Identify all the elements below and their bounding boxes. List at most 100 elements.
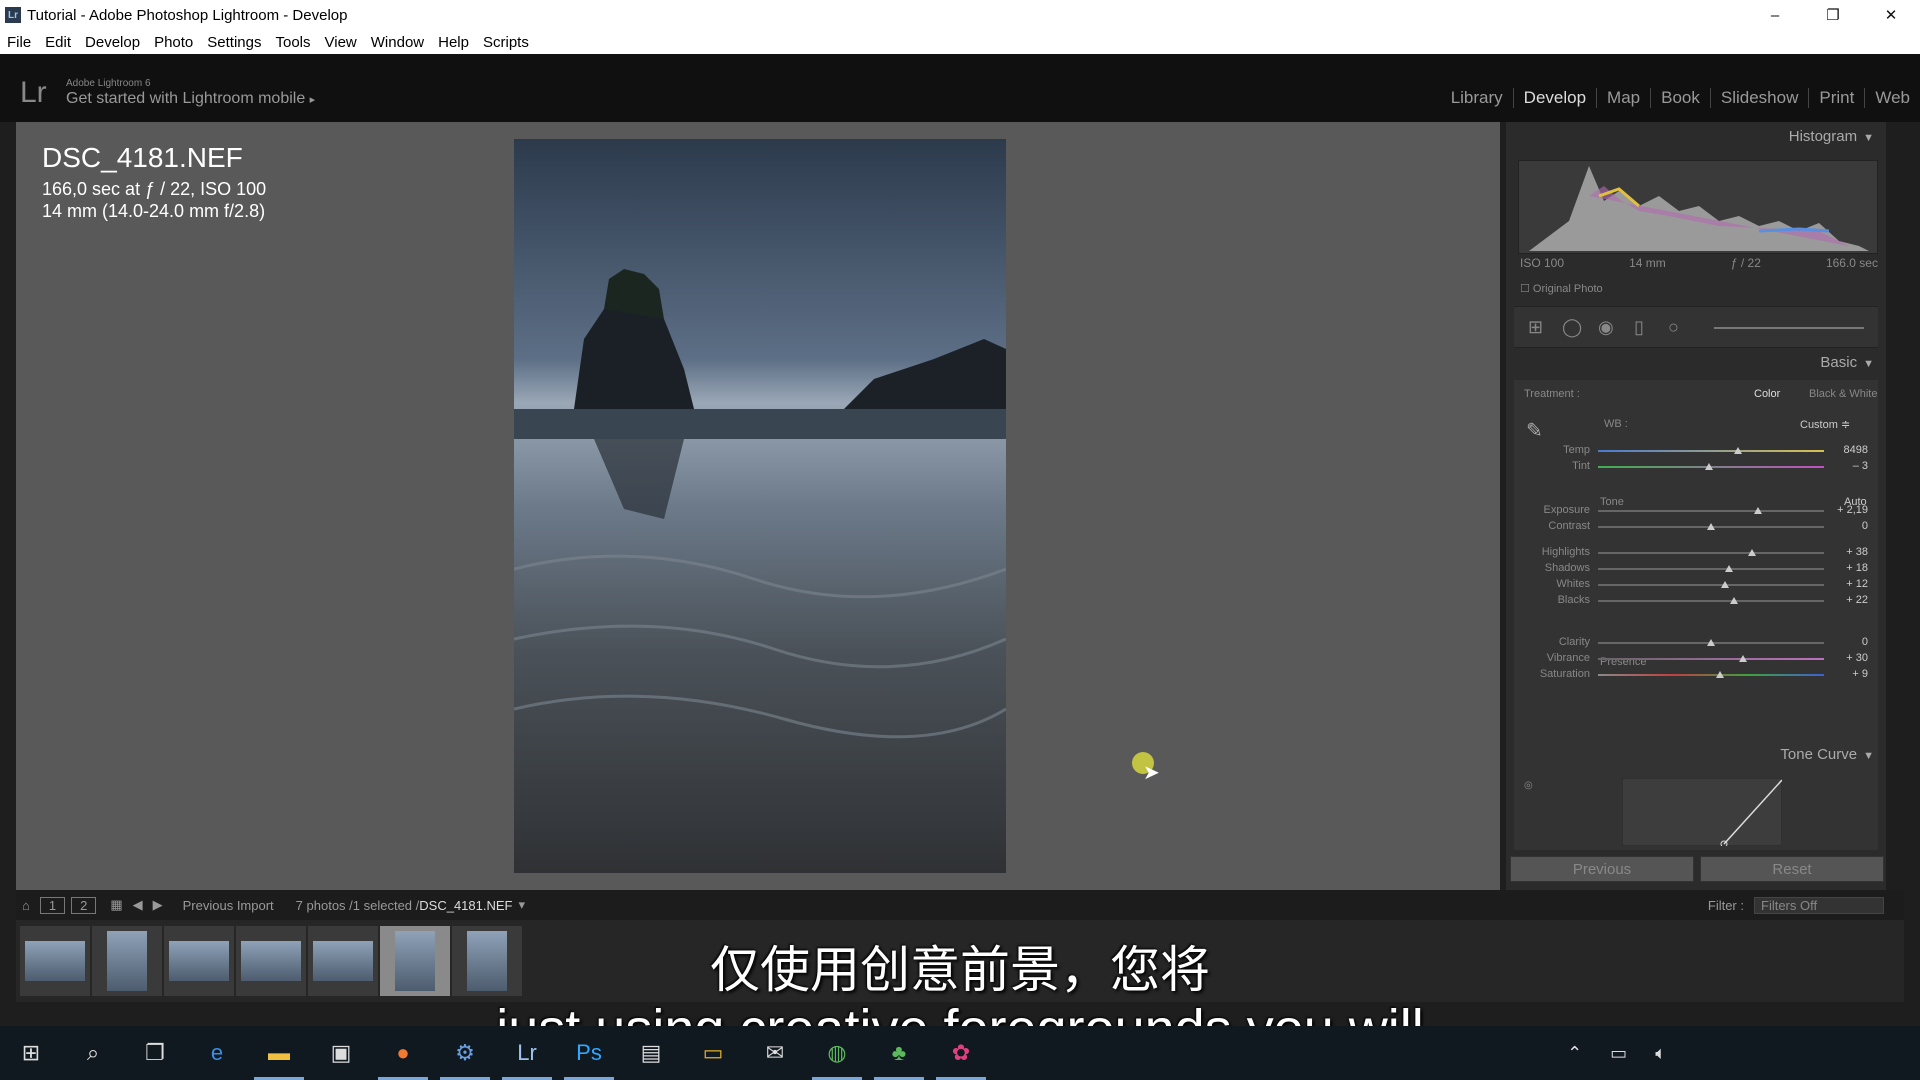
- slider-track-blacks[interactable]: [1598, 600, 1824, 602]
- tone-curve-graph[interactable]: [1622, 778, 1782, 846]
- main-photo[interactable]: [514, 139, 1006, 873]
- close-button[interactable]: ✕: [1862, 0, 1920, 30]
- slider-track-shadows[interactable]: [1598, 568, 1824, 570]
- module-develop[interactable]: Develop: [1512, 88, 1596, 108]
- slider-thumb-contrast[interactable]: [1707, 523, 1715, 530]
- module-web[interactable]: Web: [1864, 88, 1920, 108]
- folder-icon[interactable]: ▭: [682, 1026, 744, 1080]
- slider-value-temp[interactable]: 8498: [1828, 444, 1868, 456]
- module-slideshow[interactable]: Slideshow: [1709, 88, 1809, 108]
- battery-icon[interactable]: ▭: [1610, 1043, 1627, 1064]
- store-icon[interactable]: ▣: [310, 1026, 372, 1080]
- image-canvas[interactable]: DSC_4181.NEF 166,0 sec at ƒ / 22, ISO 10…: [16, 122, 1500, 890]
- slider-track-saturation[interactable]: [1598, 674, 1824, 676]
- slider-value-saturation[interactable]: + 9: [1828, 668, 1868, 680]
- graduated-filter-icon[interactable]: ▯: [1634, 317, 1644, 338]
- grid-view-icon[interactable]: ▦: [110, 897, 122, 913]
- slider-thumb-vibrance[interactable]: [1738, 655, 1747, 662]
- treatment-color[interactable]: Color: [1754, 388, 1780, 400]
- spot-removal-icon[interactable]: ◯: [1562, 317, 1582, 338]
- source-label[interactable]: Previous Import: [183, 898, 274, 913]
- back-arrow-icon[interactable]: ◀: [133, 897, 143, 913]
- target-adjust-icon[interactable]: ◎: [1524, 780, 1533, 791]
- windows-start-icon[interactable]: ⊞: [0, 1026, 62, 1080]
- slider-track-whites[interactable]: [1598, 584, 1824, 586]
- chevron-up-icon[interactable]: ⌃: [1567, 1043, 1582, 1064]
- slider-thumb-whites[interactable]: [1720, 581, 1729, 588]
- selected-file[interactable]: DSC_4181.NEF: [419, 898, 512, 913]
- module-print[interactable]: Print: [1808, 88, 1864, 108]
- original-photo-checkbox[interactable]: ☐ Original Photo: [1520, 282, 1603, 295]
- mobile-prompt[interactable]: Get started with Lightroom mobile ▸: [66, 90, 315, 108]
- tone-curve-header[interactable]: Tone Curve ▼: [1780, 746, 1874, 763]
- menu-file[interactable]: File: [0, 34, 38, 51]
- crop-tool-icon[interactable]: ⊞: [1528, 317, 1543, 338]
- picasa-icon[interactable]: ✿: [930, 1026, 992, 1080]
- slider-thumb-blacks[interactable]: [1729, 597, 1738, 604]
- module-book[interactable]: Book: [1650, 88, 1710, 108]
- red-eye-icon[interactable]: ◉: [1598, 317, 1614, 338]
- slider-track-highlights[interactable]: [1598, 552, 1824, 554]
- radial-filter-icon[interactable]: ○: [1668, 317, 1679, 338]
- menu-photo[interactable]: Photo: [147, 34, 200, 51]
- histogram-graph[interactable]: [1518, 160, 1878, 254]
- menu-develop[interactable]: Develop: [78, 34, 147, 51]
- slider-thumb-exposure[interactable]: [1754, 507, 1763, 514]
- histogram-header[interactable]: Histogram ▼: [1789, 128, 1874, 145]
- forward-arrow-icon[interactable]: ▶: [153, 897, 163, 913]
- slider-thumb-clarity[interactable]: [1707, 639, 1715, 646]
- slider-value-tint[interactable]: – 3: [1828, 460, 1868, 472]
- reset-button[interactable]: Reset: [1700, 856, 1884, 882]
- slider-thumb-temp[interactable]: [1734, 447, 1743, 454]
- basic-header[interactable]: Basic ▼: [1820, 354, 1874, 371]
- edge-icon[interactable]: e: [186, 1026, 248, 1080]
- slider-track-vibrance[interactable]: [1598, 658, 1824, 660]
- globe-icon[interactable]: ◍: [806, 1026, 868, 1080]
- photoshop-icon[interactable]: Ps: [558, 1026, 620, 1080]
- slider-track-exposure[interactable]: [1598, 510, 1824, 512]
- task-view-icon[interactable]: ❐: [124, 1026, 186, 1080]
- slider-thumb-shadows[interactable]: [1725, 565, 1734, 572]
- module-map[interactable]: Map: [1596, 88, 1650, 108]
- dropdown-arrow-icon[interactable]: ▾: [518, 897, 525, 913]
- menu-window[interactable]: Window: [364, 34, 431, 51]
- minimize-button[interactable]: –: [1746, 0, 1804, 30]
- lightroom-icon[interactable]: Lr: [496, 1026, 558, 1080]
- slider-value-highlights[interactable]: + 38: [1828, 546, 1868, 558]
- slider-value-shadows[interactable]: + 18: [1828, 562, 1868, 574]
- menu-settings[interactable]: Settings: [200, 34, 268, 51]
- slider-value-blacks[interactable]: + 22: [1828, 594, 1868, 606]
- firefox-icon[interactable]: ●: [372, 1026, 434, 1080]
- menu-tools[interactable]: Tools: [268, 34, 317, 51]
- evernote-icon[interactable]: ♣: [868, 1026, 930, 1080]
- slider-value-clarity[interactable]: 0: [1828, 636, 1868, 648]
- menu-view[interactable]: View: [318, 34, 364, 51]
- slider-track-temp[interactable]: [1598, 450, 1824, 452]
- adjustment-brush-slider[interactable]: [1714, 327, 1864, 329]
- module-library[interactable]: Library: [1441, 88, 1513, 108]
- menu-scripts[interactable]: Scripts: [476, 34, 536, 51]
- treatment-bw[interactable]: Black & White: [1809, 388, 1877, 400]
- mail-icon[interactable]: ✉: [744, 1026, 806, 1080]
- slider-value-whites[interactable]: + 12: [1828, 578, 1868, 590]
- file-explorer-icon[interactable]: ▬: [248, 1026, 310, 1080]
- slider-value-vibrance[interactable]: + 30: [1828, 652, 1868, 664]
- secondary-display-button[interactable]: 2: [71, 896, 97, 914]
- previous-button[interactable]: Previous: [1510, 856, 1694, 882]
- eyedropper-icon[interactable]: ✎: [1526, 418, 1543, 443]
- wb-select[interactable]: Custom ≑: [1800, 418, 1850, 431]
- slider-value-contrast[interactable]: 0: [1828, 520, 1868, 532]
- files-icon[interactable]: ▤: [620, 1026, 682, 1080]
- slider-thumb-saturation[interactable]: [1716, 671, 1725, 678]
- secondary-window-icon[interactable]: ⌂: [22, 898, 30, 913]
- volume-icon[interactable]: 🔈︎: [1655, 1043, 1666, 1064]
- maximize-button[interactable]: ❐: [1804, 0, 1862, 30]
- slider-thumb-tint[interactable]: [1704, 463, 1713, 470]
- slider-thumb-highlights[interactable]: [1747, 549, 1756, 556]
- search-icon[interactable]: ⌕: [62, 1026, 124, 1080]
- settings-app-icon[interactable]: ⚙: [434, 1026, 496, 1080]
- primary-display-button[interactable]: 1: [39, 896, 66, 914]
- menu-edit[interactable]: Edit: [38, 34, 78, 51]
- slider-value-exposure[interactable]: + 2,19: [1828, 504, 1868, 516]
- filter-select[interactable]: Filters Off: [1754, 896, 1884, 914]
